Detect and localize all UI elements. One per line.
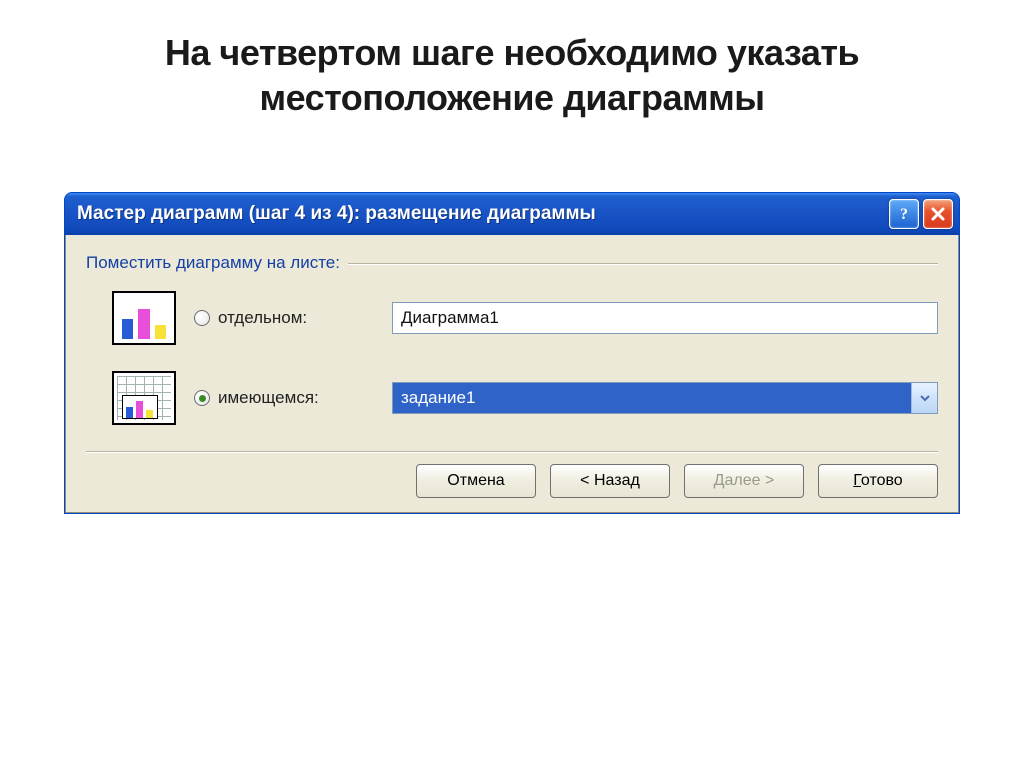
titlebar-buttons: ?: [889, 199, 953, 229]
existing-sheet-value: задание1: [401, 388, 475, 408]
close-button[interactable]: [923, 199, 953, 229]
chart-existing-sheet-icon: [112, 371, 176, 425]
titlebar: Мастер диаграмм (шаг 4 из 4): размещение…: [65, 193, 959, 235]
help-icon: ?: [895, 205, 913, 223]
radio-new-sheet-label: отдельном:: [218, 308, 307, 328]
cancel-button[interactable]: Отмена: [416, 464, 536, 498]
slide-title: На четвертом шаге необходимо указать мес…: [0, 0, 1024, 120]
chart-wizard-window: Мастер диаграмм (шаг 4 из 4): размещение…: [64, 192, 960, 514]
group-header: Поместить диаграмму на листе:: [86, 253, 938, 273]
chart-new-sheet-icon: [112, 291, 176, 345]
finish-accelerator: Г: [853, 472, 861, 489]
radio-existing-sheet[interactable]: имеющемся:: [194, 388, 374, 408]
option-new-sheet-row: отдельном: Диаграмма1: [112, 291, 938, 345]
next-button: Далее >: [684, 464, 804, 498]
new-sheet-name-input[interactable]: Диаграмма1: [392, 302, 938, 334]
separator: [348, 263, 938, 264]
back-button[interactable]: < Назад: [550, 464, 670, 498]
finish-button[interactable]: Готово: [818, 464, 938, 498]
svg-text:?: ?: [900, 206, 908, 223]
existing-sheet-combo[interactable]: задание1: [392, 382, 938, 414]
radio-new-sheet[interactable]: отдельном:: [194, 308, 374, 328]
combo-dropdown-button[interactable]: [911, 383, 937, 413]
dialog-body: Поместить диаграмму на листе: отдельном:…: [65, 235, 959, 513]
window-title: Мастер диаграмм (шаг 4 из 4): размещение…: [77, 203, 889, 225]
separator: [86, 451, 938, 452]
radio-existing-sheet-label: имеющемся:: [218, 388, 319, 408]
close-icon: [930, 206, 946, 222]
finish-label-rest: отово: [861, 472, 903, 489]
chevron-down-icon: [919, 392, 931, 404]
option-existing-sheet-row: имеющемся: задание1: [112, 371, 938, 425]
help-button[interactable]: ?: [889, 199, 919, 229]
group-label: Поместить диаграмму на листе:: [86, 253, 340, 273]
radio-new-sheet-indicator: [194, 310, 210, 326]
radio-existing-sheet-indicator: [194, 390, 210, 406]
wizard-button-row: Отмена < Назад Далее > Готово: [86, 464, 938, 498]
